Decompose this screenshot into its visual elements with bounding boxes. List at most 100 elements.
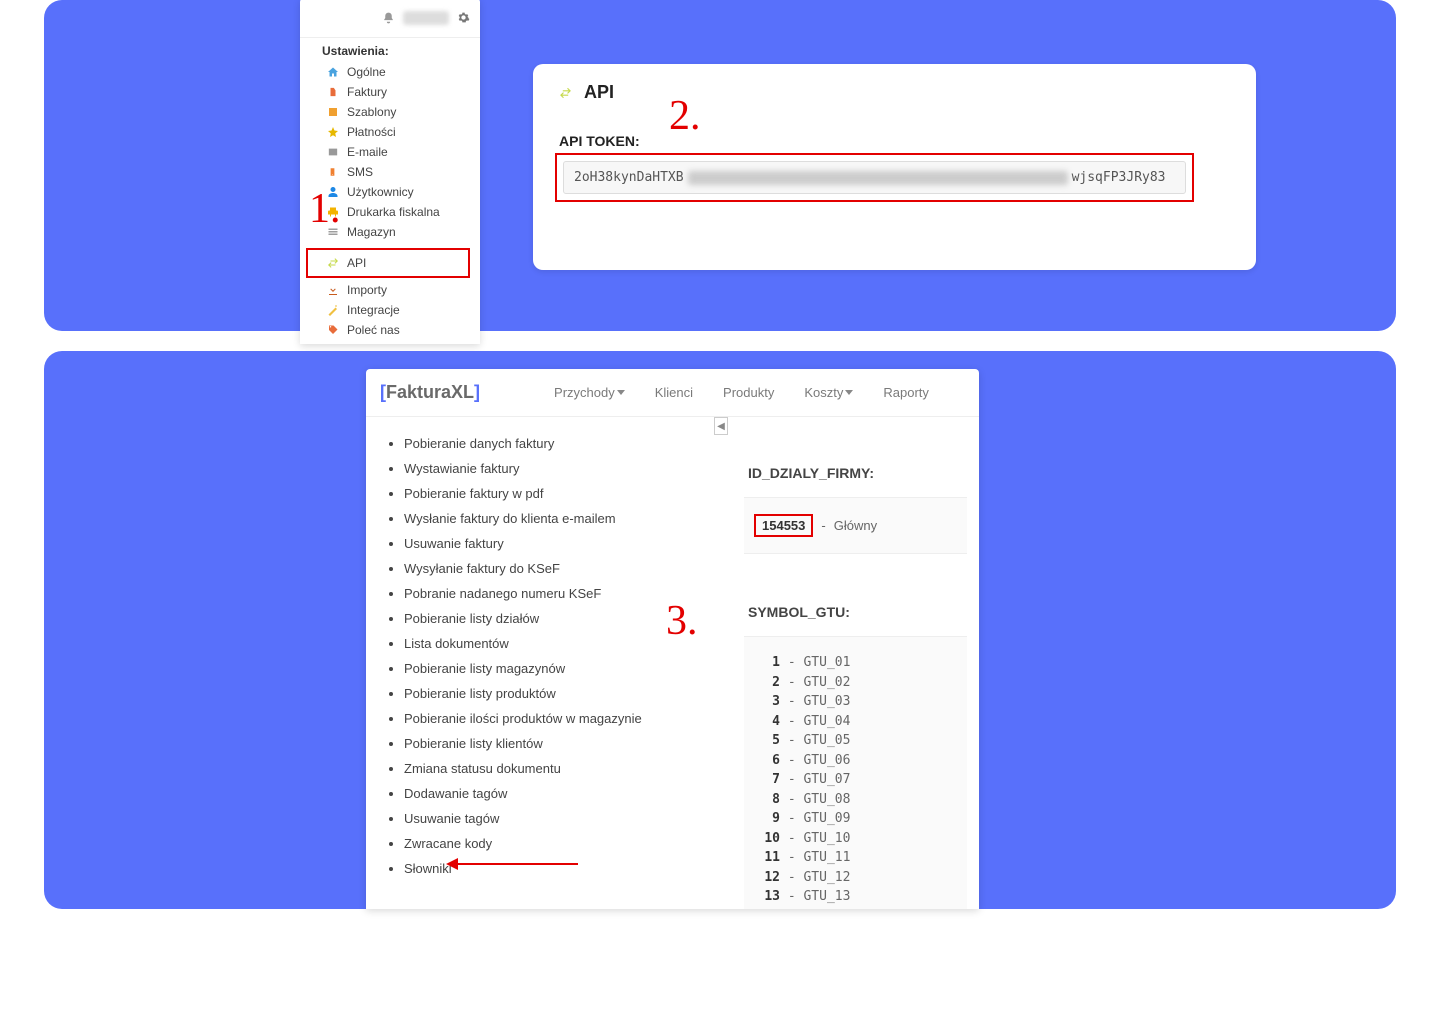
gtu-row: 3 - GTU_03 [758, 692, 953, 712]
api-token-prefix: 2oH38kynDaHTXB [574, 170, 684, 185]
settings-item-label: Szablony [347, 105, 396, 119]
settings-item-api[interactable]: API [306, 248, 470, 278]
phone-icon [326, 166, 339, 179]
api-docs-content: 3. ID_DZIALY_FIRMY: 154553 - Główny SYMB… [726, 417, 979, 909]
settings-dropdown-panel: Ustawienia: Ogólne Faktury Szablony Płatnoś… [300, 0, 480, 344]
gtu-row: 10 - GTU_10 [758, 829, 953, 849]
settings-item-faktury[interactable]: Faktury [300, 82, 480, 102]
nav-produkty[interactable]: Produkty [723, 385, 774, 400]
nav-label: Klienci [655, 385, 693, 400]
nav-label: Produkty [723, 385, 774, 400]
gear-icon[interactable] [457, 11, 470, 24]
settings-item-e-maile[interactable]: E-maile [300, 142, 480, 162]
download-icon [326, 284, 339, 297]
settings-item-label: Ogólne [347, 65, 386, 79]
app-logo[interactable]: [FakturaXL] [380, 382, 480, 403]
nav-raporty[interactable]: Raporty [883, 385, 929, 400]
dropdown-header [300, 0, 480, 38]
api-token-label: API TOKEN: [553, 133, 1256, 149]
username-blurred [403, 11, 449, 25]
settings-item-importy[interactable]: Importy [300, 280, 480, 300]
gtu-row: 8 - GTU_08 [758, 790, 953, 810]
settings-item-label: Płatności [347, 125, 396, 139]
nav-links: Przychody Klienci Produkty Koszty Raporty [554, 385, 929, 400]
settings-item-label: Integracje [347, 303, 400, 317]
docs-link[interactable]: Wystawianie faktury [404, 456, 722, 481]
gtu-row: 5 - GTU_05 [758, 731, 953, 751]
callout-number-1: 1. [309, 185, 341, 233]
settings-item-sms[interactable]: SMS [300, 162, 480, 182]
api-heading: API [584, 82, 614, 103]
tutorial-step-1-2-container: Ustawienia: Ogólne Faktury Szablony Płatnoś… [44, 0, 1396, 331]
docs-link[interactable]: Usuwanie tagów [404, 806, 722, 831]
settings-item-integracje[interactable]: Integracje [300, 300, 480, 320]
gtu-row: 1 - GTU_01 [758, 653, 953, 673]
wand-icon [326, 304, 339, 317]
settings-item-płatności[interactable]: Płatności [300, 122, 480, 142]
settings-item-label: SMS [347, 165, 373, 179]
settings-item-szablony[interactable]: Szablony [300, 102, 480, 122]
chevron-down-icon [617, 390, 625, 395]
api-token-blurred [688, 171, 1068, 185]
api-docs-sidebar: ◀ Pobieranie danych fakturyWystawianie f… [366, 417, 726, 909]
star-icon [326, 126, 339, 139]
docs-link[interactable]: Pobieranie faktury w pdf [404, 481, 722, 506]
settings-item-label: Magazyn [347, 225, 396, 239]
docs-link[interactable]: Pobieranie danych faktury [404, 431, 722, 456]
docs-link[interactable]: Dodawanie tagów [404, 781, 722, 806]
docs-link[interactable]: Wysłanie faktury do klienta e-mailem [404, 506, 722, 531]
api-title-row: API [553, 82, 1256, 103]
nav-label: Przychody [554, 385, 615, 400]
nav-label: Koszty [804, 385, 843, 400]
chevron-down-icon [845, 390, 853, 395]
nav-przychody[interactable]: Przychody [554, 385, 625, 400]
home-icon [326, 66, 339, 79]
settings-item-label: E-maile [347, 145, 388, 159]
docs-link[interactable]: Usuwanie faktury [404, 531, 722, 556]
symbol-gtu-label: SYMBOL_GTU: [748, 604, 967, 620]
file-icon [326, 86, 339, 99]
id-dzialy-sep: - [821, 518, 825, 533]
nav-klienci[interactable]: Klienci [655, 385, 693, 400]
gtu-row: 11 - GTU_11 [758, 848, 953, 868]
settings-item-poleć-nas[interactable]: Poleć nas [300, 320, 480, 340]
gtu-row: 2 - GTU_02 [758, 673, 953, 693]
app-navbar: [FakturaXL] Przychody Klienci Produkty Kosz… [366, 369, 979, 417]
settings-item-label: Poleć nas [347, 323, 400, 337]
app-window: [FakturaXL] Przychody Klienci Produkty Kosz… [366, 369, 979, 909]
bell-icon[interactable] [382, 11, 395, 24]
app-body: ◀ Pobieranie danych fakturyWystawianie f… [366, 417, 979, 909]
gtu-row: 4 - GTU_04 [758, 712, 953, 732]
docs-link[interactable]: Zwracane kody [404, 831, 722, 856]
settings-item-label: Użytkownicy [347, 185, 414, 199]
id-dzialy-value: 154553 [754, 514, 813, 537]
callout-number-3: 3. [666, 597, 698, 645]
api-token-highlight: 2oH38kynDaHTXB wjsqFP3JRy83 [555, 153, 1194, 202]
callout-number-2: 2. [669, 92, 701, 140]
docs-link[interactable]: Pobieranie ilości produktów w magazynie [404, 706, 722, 731]
settings-item-label: API [347, 256, 366, 270]
docs-link[interactable]: Pobieranie listy magazynów [404, 656, 722, 681]
logo-close-bracket: ] [474, 382, 480, 402]
id-dzialy-name: Główny [834, 518, 877, 533]
settings-item-ogólne[interactable]: Ogólne [300, 62, 480, 82]
logo-name: FakturaXL [386, 382, 474, 402]
docs-link[interactable]: Pobieranie listy produktów [404, 681, 722, 706]
nav-koszty[interactable]: Koszty [804, 385, 853, 400]
gtu-row: 7 - GTU_07 [758, 770, 953, 790]
nav-label: Raporty [883, 385, 929, 400]
id-dzialy-row: 154553 - Główny [744, 497, 967, 554]
swap-icon [326, 257, 339, 270]
mail-icon [326, 146, 339, 159]
docs-link[interactable]: Wysyłanie faktury do KSeF [404, 556, 722, 581]
api-token-suffix: wjsqFP3JRy83 [1072, 170, 1166, 185]
id-dzialy-label: ID_DZIALY_FIRMY: [748, 465, 967, 481]
docs-link[interactable]: Pobieranie listy klientów [404, 731, 722, 756]
swap-icon [559, 86, 572, 99]
api-settings-card: 2. API API TOKEN: 2oH38kynDaHTXB wjsqFP3… [533, 64, 1256, 270]
settings-heading: Ustawienia: [300, 38, 480, 62]
tutorial-step-3-container: [FakturaXL] Przychody Klienci Produkty Kosz… [44, 351, 1396, 909]
gtu-row: 12 - GTU_12 [758, 868, 953, 888]
api-token-field[interactable]: 2oH38kynDaHTXB wjsqFP3JRy83 [563, 161, 1186, 194]
docs-link[interactable]: Zmiana statusu dokumentu [404, 756, 722, 781]
